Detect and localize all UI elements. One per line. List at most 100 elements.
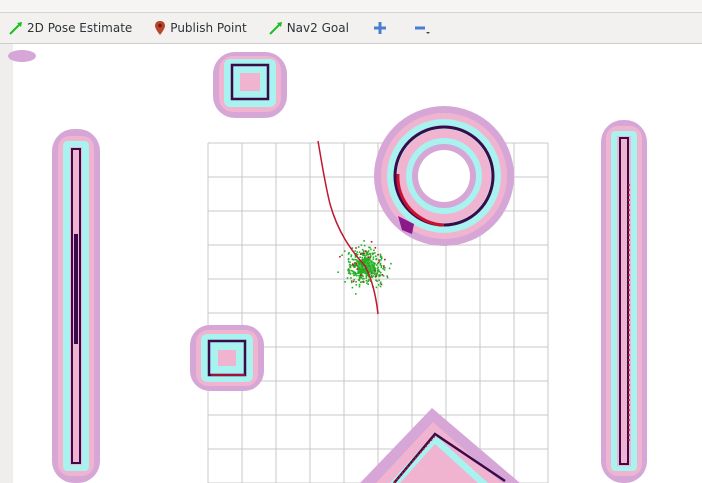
obstacle-wall-right [601, 120, 647, 483]
particle [370, 248, 372, 251]
global-path [317, 140, 379, 315]
particle [337, 271, 339, 273]
remove-tool-button[interactable] [409, 15, 435, 41]
particle [356, 274, 358, 277]
particle [358, 279, 361, 282]
particle [377, 269, 379, 272]
particle [360, 274, 362, 276]
particle [354, 258, 357, 261]
particle [363, 244, 366, 247]
particle [359, 281, 362, 283]
particle [352, 263, 354, 265]
obstacle-wall-left [52, 129, 100, 483]
particle [350, 280, 353, 282]
particle [377, 268, 379, 270]
particle [365, 277, 368, 279]
particle [341, 254, 343, 256]
particle [374, 252, 376, 254]
particle [349, 266, 352, 269]
particle [348, 268, 350, 270]
particle [356, 251, 358, 253]
obstacle-chevron [360, 408, 520, 483]
particle [375, 255, 377, 257]
particle [379, 262, 382, 265]
particle [372, 258, 375, 260]
particle [372, 256, 375, 258]
particle [358, 283, 361, 286]
particle [365, 254, 367, 257]
particle [378, 279, 380, 282]
particle [364, 250, 367, 252]
particle [371, 253, 374, 256]
map-render-panel[interactable] [0, 44, 702, 483]
add-tool-button[interactable] [367, 15, 393, 41]
particle [354, 250, 356, 252]
particle [352, 280, 355, 283]
particle [347, 261, 350, 263]
particle [362, 281, 365, 283]
particle [380, 259, 382, 261]
particle [371, 276, 373, 279]
particle [350, 281, 353, 284]
particle [339, 255, 341, 258]
particle [388, 267, 391, 270]
particle [344, 281, 346, 283]
particle [359, 253, 362, 255]
particle [367, 256, 369, 258]
particle [378, 259, 380, 261]
particle [374, 267, 377, 270]
particle [376, 272, 378, 274]
particle [382, 268, 384, 270]
particle [383, 265, 385, 267]
particle [386, 276, 389, 279]
green-arrow-icon [9, 21, 27, 35]
tool-2d-pose-estimate[interactable]: 2D Pose Estimate [3, 15, 138, 41]
particle [358, 251, 361, 253]
rviz-window: 2D Pose Estimate Publish Point Nav2 Goal [0, 0, 702, 483]
particle [373, 249, 375, 252]
tool-nav2-goal[interactable]: Nav2 Goal [263, 15, 355, 41]
particle [348, 264, 351, 266]
particle [369, 246, 371, 249]
particle [347, 258, 350, 260]
particle [354, 274, 356, 276]
particle [375, 264, 378, 266]
particle [378, 260, 381, 263]
particle [390, 262, 392, 265]
tool-label: Publish Point [170, 21, 247, 35]
particle [361, 274, 364, 276]
particle [384, 267, 386, 269]
tool-label: 2D Pose Estimate [27, 21, 133, 35]
particle [378, 274, 380, 276]
particle [343, 250, 346, 252]
particle [379, 281, 382, 284]
particle [358, 274, 360, 277]
particle [348, 271, 351, 273]
particle [363, 240, 365, 242]
particle [355, 293, 357, 295]
particle [355, 284, 358, 286]
particle [377, 284, 380, 286]
particle [360, 276, 363, 279]
particle [371, 272, 374, 275]
particle [366, 282, 368, 284]
particle [346, 277, 349, 279]
tool-publish-point[interactable]: Publish Point [148, 15, 252, 41]
particle [366, 274, 369, 276]
particle [375, 286, 378, 289]
particle [351, 286, 354, 289]
particle [361, 256, 364, 259]
particle [354, 272, 356, 275]
minus-icon [414, 26, 430, 34]
particle [356, 261, 358, 263]
particle [354, 261, 356, 264]
particle [374, 247, 377, 249]
particle [379, 285, 382, 288]
particle [377, 262, 379, 265]
particle [352, 258, 355, 261]
particle [378, 275, 381, 278]
particle [377, 266, 379, 268]
particle [349, 269, 351, 272]
particle [362, 254, 365, 257]
particle [355, 281, 357, 283]
